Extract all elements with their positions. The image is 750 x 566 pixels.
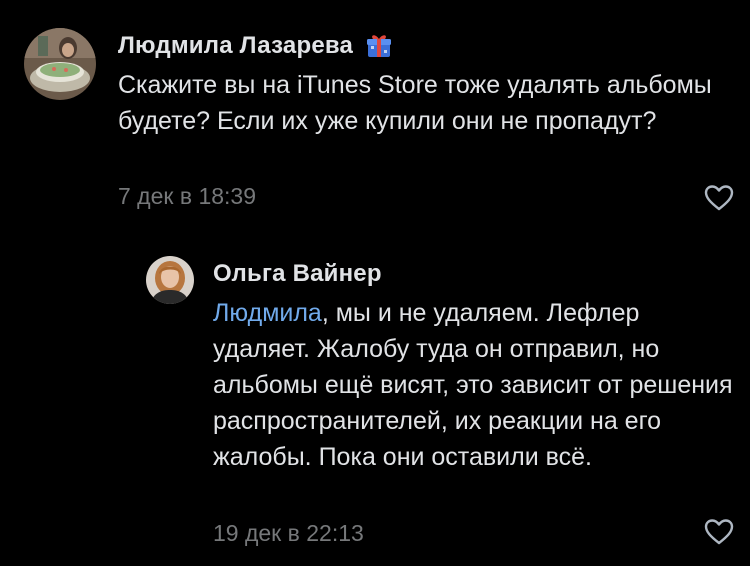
author-row: Людмила Лазарева [118,28,734,64]
timestamp[interactable]: 7 дек в 18:39 [118,183,256,210]
avatar[interactable] [146,256,194,304]
comment-body: Людмила Лазарева Скажите вы на iTunes St… [118,28,734,211]
heart-outline-icon[interactable] [704,518,734,546]
heart-outline-icon[interactable] [704,184,734,212]
avatar[interactable] [24,28,96,100]
comment-body: Ольга Вайнер Людмила, мы и не удаляем. Л… [213,256,734,546]
author-row: Ольга Вайнер [213,256,734,292]
timestamp[interactable]: 19 дек в 22:13 [213,520,364,547]
comment-text: Людмила, мы и не удаляем. Лефлер удаляет… [213,295,734,475]
author-name[interactable]: Ольга Вайнер [213,260,382,288]
mention-link[interactable]: Людмила [213,299,322,327]
gift-icon[interactable] [365,32,393,60]
comment-text: Скажите вы на iTunes Store тоже удалять … [118,71,712,135]
author-name[interactable]: Людмила Лазарева [118,32,353,60]
